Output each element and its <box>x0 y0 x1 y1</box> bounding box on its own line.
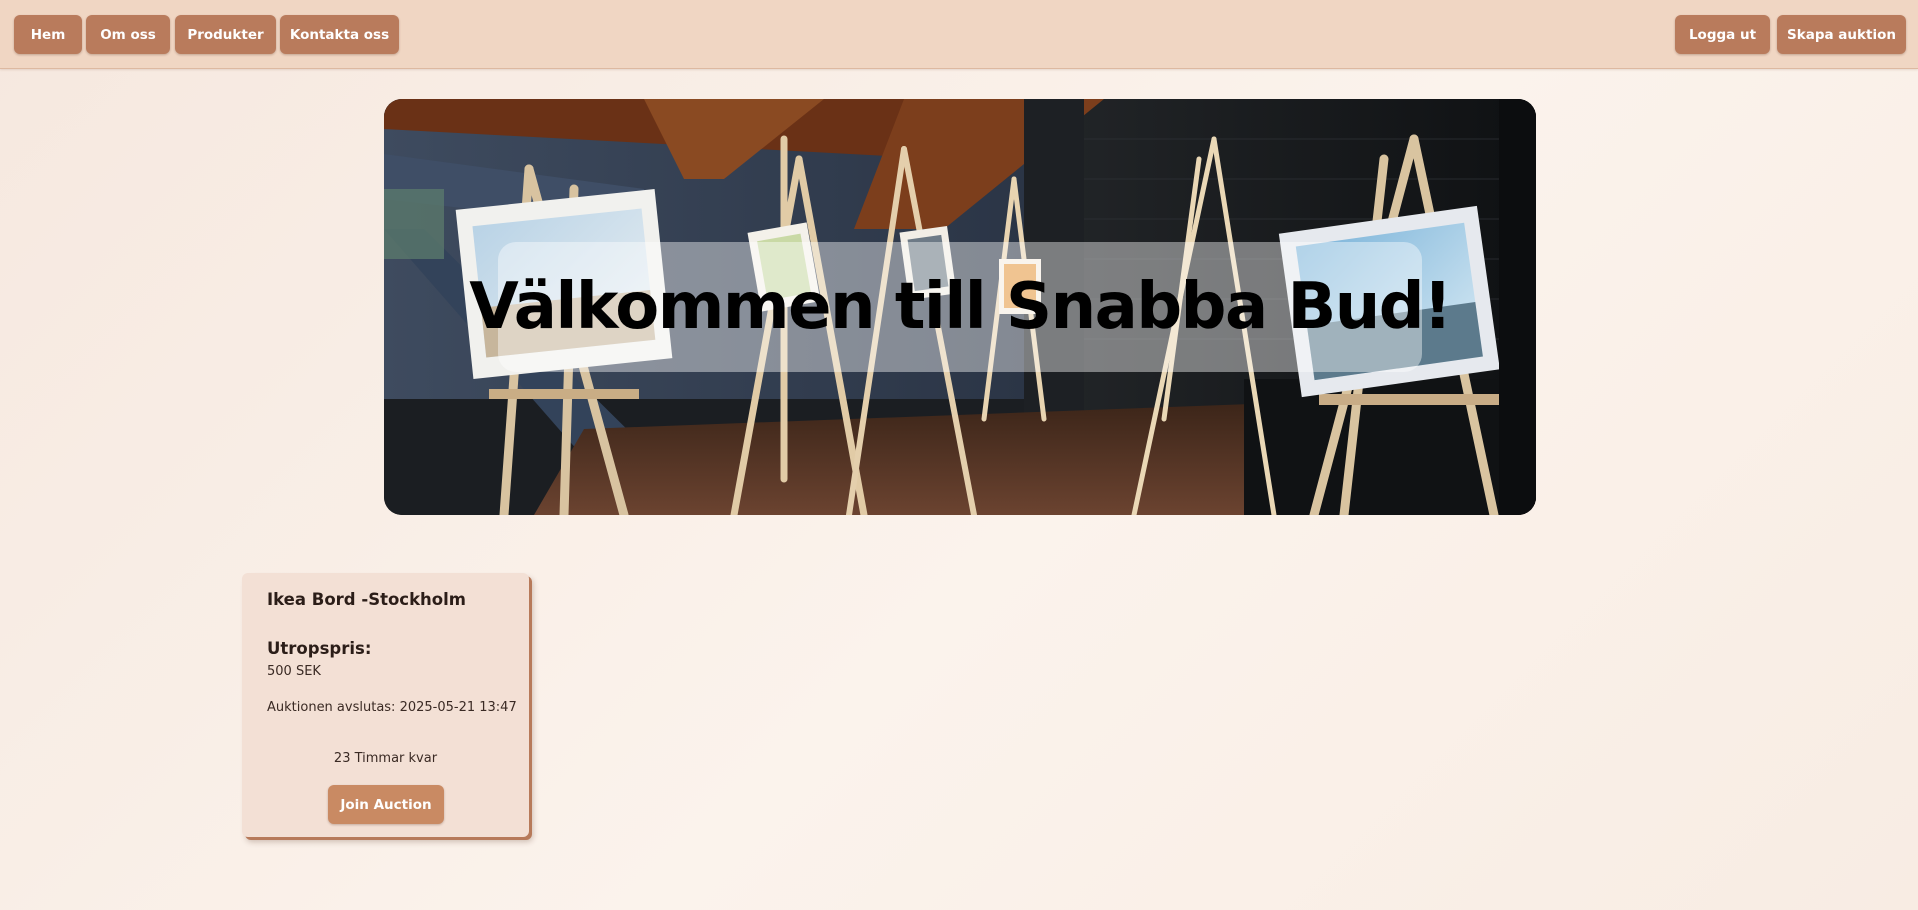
nav-products-button[interactable]: Produkter <box>175 15 276 54</box>
auction-countdown: 23 Timmar kvar <box>333 751 438 766</box>
hero-title-overlay: Välkommen till Snabba Bud! <box>469 242 1452 372</box>
hero-banner: Välkommen till Snabba Bud! <box>384 99 1536 515</box>
logout-button[interactable]: Logga ut <box>1675 15 1770 54</box>
auction-title: Ikea Bord -Stockholm <box>267 590 466 609</box>
auction-end-time: Auktionen avslutas: 2025-05-21 13:47 <box>267 700 517 715</box>
hero-title: Välkommen till Snabba Bud! <box>469 270 1452 344</box>
nav-home-button[interactable]: Hem <box>14 15 82 54</box>
nav-contact-button[interactable]: Kontakta oss <box>280 15 399 54</box>
join-auction-button[interactable]: Join Auction <box>328 785 444 824</box>
starting-price-value: 500 SEK <box>267 664 321 679</box>
auction-card: Ikea Bord -Stockholm Utropspris: 500 SEK… <box>242 573 529 837</box>
create-auction-button[interactable]: Skapa auktion <box>1777 15 1906 54</box>
top-navbar: Hem Om oss Produkter Kontakta oss Logga … <box>0 0 1918 69</box>
nav-about-button[interactable]: Om oss <box>86 15 170 54</box>
starting-price-label: Utropspris: <box>267 639 372 658</box>
